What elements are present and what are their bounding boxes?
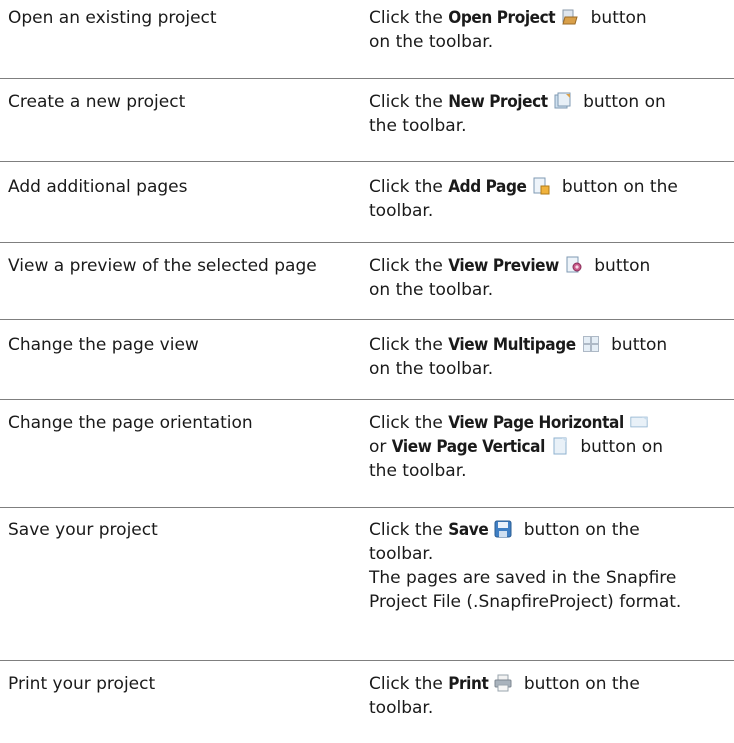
command-name: Open Project (448, 8, 556, 28)
task-cell: Add additional pages (8, 177, 188, 197)
action-line: toolbar. (369, 696, 734, 720)
action-line: Click the Print button on the (369, 672, 734, 696)
action-text: Click the (369, 177, 449, 197)
action-text: button on the (518, 674, 640, 694)
action-text: Click the (369, 256, 449, 276)
action-cell: Click the Open Project button on the tool… (369, 0, 734, 78)
action-line: The pages are saved in the Snapfire (369, 566, 734, 590)
action-line: Click the View Multipage button (369, 333, 734, 357)
action-text: Click the (369, 413, 449, 433)
action-cell: Click the New Project button on the toolb… (369, 79, 734, 161)
table-row: Change the page view Click the View Multi… (0, 320, 734, 400)
command-name: View Page Vertical (391, 437, 546, 457)
action-text: on the toolbar. (369, 359, 494, 379)
action-text: the toolbar. (369, 461, 467, 481)
action-line: Click the Open Project button (369, 6, 734, 30)
action-cell: Click the View Page Horizontal or View Pa… (369, 400, 734, 507)
action-text: button on (577, 92, 666, 112)
action-line: toolbar. (369, 199, 734, 223)
command-name: Save (448, 520, 489, 540)
action-text: button (605, 335, 668, 355)
action-text: Click the (369, 520, 449, 540)
action-line: Project File (.SnapfireProject) format. (369, 590, 734, 614)
action-text: toolbar. (369, 698, 434, 718)
table-row: Print your project Click the Print button… (0, 661, 734, 743)
action-cell: Click the Print button on the toolbar. (369, 661, 734, 743)
table-row: Open an existing project Click the Open P… (0, 0, 734, 79)
view-preview-icon (565, 256, 583, 274)
action-text: or (369, 437, 392, 457)
table-row: Save your project Click the Save button o… (0, 508, 734, 661)
command-name: View Preview (448, 256, 559, 276)
action-text: toolbar. (369, 201, 434, 221)
action-text: toolbar. (369, 544, 434, 564)
action-line: on the toolbar. (369, 30, 734, 54)
view-multipage-icon (582, 335, 600, 353)
action-text: button on (574, 437, 663, 457)
action-text: button on the (518, 520, 640, 540)
action-text: on the toolbar. (369, 280, 494, 300)
action-cell: Click the View Multipage button on the to… (369, 320, 734, 399)
command-name: View Page Horizontal (448, 413, 624, 433)
action-text: on the toolbar. (369, 32, 494, 52)
action-text: Click the (369, 335, 449, 355)
action-line: Click the Save button on the (369, 518, 734, 542)
action-text: The pages are saved in the Snapfire (369, 568, 677, 588)
view-page-vertical-icon (551, 437, 569, 455)
action-line: or View Page Vertical button on (369, 435, 734, 459)
table-row: Change the page orientation Click the Vie… (0, 400, 734, 508)
action-text: Click the (369, 8, 449, 28)
action-text: Project File (.SnapfireProject) format. (369, 592, 682, 612)
task-table: Open an existing project Click the Open P… (0, 0, 734, 743)
save-icon (494, 520, 512, 538)
action-cell: Click the Save button on the toolbar. The … (369, 508, 734, 660)
table-row: Add additional pages Click the Add Page b… (0, 162, 734, 243)
action-line: on the toolbar. (369, 278, 734, 302)
command-name: View Multipage (448, 335, 576, 355)
task-cell: Print your project (8, 674, 156, 694)
action-text: Click the (369, 674, 449, 694)
action-line: Click the Add Page button on the (369, 175, 734, 199)
task-cell: Create a new project (8, 92, 186, 112)
action-text: button on the (556, 177, 678, 197)
add-page-icon (532, 177, 550, 195)
open-project-icon (561, 8, 579, 26)
action-line: the toolbar. (369, 114, 734, 138)
task-cell: View a preview of the selected page (8, 256, 317, 276)
action-text: the toolbar. (369, 116, 467, 136)
task-cell: Open an existing project (8, 8, 217, 28)
view-page-horizontal-icon (630, 413, 652, 431)
action-line: toolbar. (369, 542, 734, 566)
action-text: button (588, 256, 651, 276)
new-project-icon (554, 92, 572, 110)
print-icon (494, 674, 512, 692)
command-name: New Project (448, 92, 548, 112)
action-line: the toolbar. (369, 459, 734, 483)
action-line: on the toolbar. (369, 357, 734, 381)
action-line: Click the New Project button on (369, 90, 734, 114)
command-name: Print (448, 674, 489, 694)
table-row: View a preview of the selected page Click… (0, 243, 734, 320)
action-line: Click the View Preview button (369, 254, 734, 278)
action-cell: Click the View Preview button on the tool… (369, 243, 734, 319)
task-cell: Change the page orientation (8, 413, 253, 433)
table-row: Create a new project Click the New Projec… (0, 79, 734, 162)
command-name: Add Page (448, 177, 527, 197)
action-text: button (585, 8, 647, 28)
action-cell: Click the Add Page button on the toolbar. (369, 162, 734, 242)
task-cell: Save your project (8, 520, 158, 540)
action-line: Click the View Page Horizontal (369, 411, 734, 435)
task-cell: Change the page view (8, 335, 199, 355)
action-text: Click the (369, 92, 449, 112)
